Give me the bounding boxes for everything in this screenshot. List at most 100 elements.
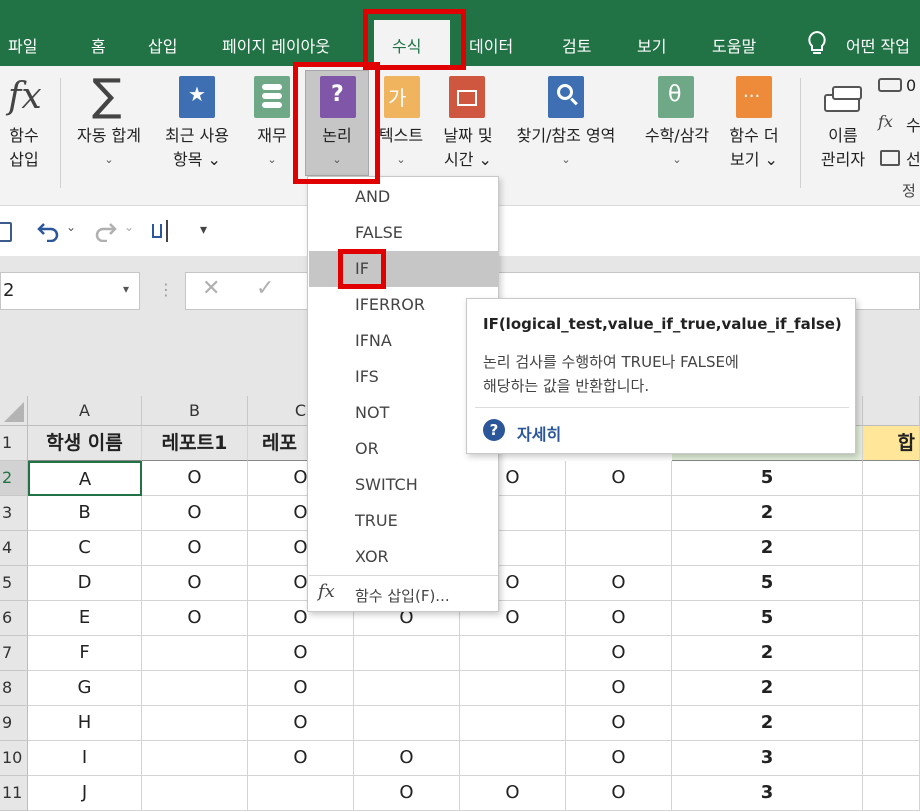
header-cell[interactable]: 학생 이름 — [28, 426, 142, 461]
create-from-selection-label[interactable]: 선 — [906, 146, 920, 170]
grid-cell[interactable]: O — [142, 601, 248, 636]
header-cell[interactable]: 합 — [863, 426, 920, 461]
select-all-corner[interactable] — [0, 396, 28, 426]
row-header[interactable]: 4 — [0, 531, 28, 566]
grid-cell[interactable] — [354, 671, 460, 706]
save-icon[interactable] — [0, 222, 12, 242]
grid-cell[interactable]: I — [28, 741, 142, 776]
grid-cell[interactable] — [142, 636, 248, 671]
grid-cell[interactable] — [863, 496, 920, 531]
row-header[interactable]: 7 — [0, 636, 28, 671]
name-manager-button[interactable]: 이름 관리자 — [812, 124, 874, 172]
customize-qat-icon[interactable]: ▾ — [200, 222, 207, 238]
grid-cell[interactable] — [566, 531, 672, 566]
grid-cell[interactable]: 2 — [672, 636, 863, 671]
sort-icon[interactable] — [152, 220, 174, 244]
define-name-label[interactable]: 0 — [906, 76, 916, 95]
grid-cell[interactable]: 2 — [672, 706, 863, 741]
grid-cell[interactable]: O — [460, 776, 566, 811]
grid-cell[interactable] — [863, 566, 920, 601]
lookup-button[interactable]: 찾기/참조 영역 ⌄ — [504, 124, 628, 172]
use-in-formula-label[interactable]: 수 — [906, 112, 920, 136]
grid-cell[interactable]: A — [28, 461, 142, 496]
column-header-h[interactable] — [863, 396, 920, 426]
tab-data[interactable]: 데이터 — [469, 33, 513, 57]
grid-cell[interactable] — [354, 706, 460, 741]
grid-cell[interactable] — [142, 776, 248, 811]
grid-cell[interactable]: O — [142, 496, 248, 531]
grid-cell[interactable] — [863, 776, 920, 811]
grid-cell[interactable] — [142, 706, 248, 741]
tab-help[interactable]: 도움말 — [712, 33, 756, 57]
grid-cell[interactable]: O — [566, 601, 672, 636]
financial-button[interactable]: 재무 ⌄ — [252, 124, 292, 172]
grid-cell[interactable]: H — [28, 706, 142, 741]
more-functions-button[interactable]: 함수 더 보기 ⌄ — [720, 124, 788, 172]
tab-insert[interactable]: 삽입 — [148, 33, 177, 57]
name-box[interactable]: 2 ▾ — [0, 272, 140, 310]
autosum-button[interactable]: 자동 합계 ⌄ — [70, 124, 148, 172]
grid-cell[interactable] — [460, 636, 566, 671]
recent-used-button[interactable]: 최근 사용 항목 ⌄ — [154, 124, 240, 172]
grid-cell[interactable]: O — [566, 636, 672, 671]
grid-cell[interactable]: O — [248, 636, 354, 671]
tell-me-search[interactable]: 어떤 작업 — [846, 33, 910, 57]
grid-cell[interactable] — [863, 531, 920, 566]
enter-icon[interactable]: ✓ — [256, 276, 274, 301]
column-header-a[interactable]: A — [28, 396, 142, 426]
grid-cell[interactable] — [566, 496, 672, 531]
define-name-icon[interactable] — [878, 78, 902, 92]
tab-review[interactable]: 검토 — [562, 33, 591, 57]
fx-icon[interactable]: fx — [8, 76, 42, 117]
redo-dropdown-icon[interactable]: ⌄ — [124, 220, 134, 234]
grid-cell[interactable]: 3 — [672, 741, 863, 776]
row-header[interactable]: 11 — [0, 776, 28, 811]
datetime-button[interactable]: 날짜 및 시간 ⌄ — [436, 124, 500, 172]
tell-me-more-link[interactable]: 자세히 — [517, 421, 561, 445]
grid-cell[interactable]: O — [354, 776, 460, 811]
row-header[interactable]: 9 — [0, 706, 28, 741]
row-header[interactable]: 2 — [0, 461, 28, 496]
menu-item-and[interactable]: AND — [309, 179, 498, 215]
grid-cell[interactable]: O — [354, 741, 460, 776]
tab-page-layout[interactable]: 페이지 레이아웃 — [222, 33, 330, 57]
grid-cell[interactable] — [142, 741, 248, 776]
menu-item-switch[interactable]: SWITCH — [309, 467, 498, 503]
insert-function-menu-item[interactable]: 함수 삽입(F)... — [355, 585, 450, 606]
undo-icon[interactable] — [36, 220, 62, 242]
row-header[interactable]: 6 — [0, 601, 28, 636]
grid-cell[interactable]: E — [28, 601, 142, 636]
grid-cell[interactable]: O — [248, 741, 354, 776]
grid-cell[interactable]: O — [566, 671, 672, 706]
grid-cell[interactable]: 5 — [672, 566, 863, 601]
grid-cell[interactable] — [863, 671, 920, 706]
row-header[interactable]: 8 — [0, 671, 28, 706]
grid-cell[interactable] — [142, 671, 248, 706]
name-box-dropdown-icon[interactable]: ▾ — [123, 282, 129, 296]
grid-cell[interactable]: 3 — [672, 776, 863, 811]
row-header[interactable]: 3 — [0, 496, 28, 531]
menu-item-true[interactable]: TRUE — [309, 503, 498, 539]
grid-cell[interactable] — [863, 636, 920, 671]
header-cell[interactable]: 레포트1 — [142, 426, 248, 461]
tab-formulas[interactable]: 수식 — [374, 20, 450, 66]
tab-file[interactable]: 파일 — [8, 33, 37, 57]
grid-cell[interactable]: C — [28, 531, 142, 566]
grid-cell[interactable]: 5 — [672, 601, 863, 636]
grid-cell[interactable]: O — [566, 741, 672, 776]
grid-cell[interactable]: O — [566, 461, 672, 496]
menu-item-xor[interactable]: XOR — [309, 539, 498, 575]
grid-cell[interactable] — [863, 601, 920, 636]
grid-cell[interactable]: O — [566, 706, 672, 741]
grid-cell[interactable]: 2 — [672, 531, 863, 566]
help-icon[interactable]: ? — [483, 419, 505, 441]
row-header[interactable]: 1 — [0, 426, 28, 461]
grid-cell[interactable] — [863, 741, 920, 776]
row-header[interactable]: 5 — [0, 566, 28, 601]
menu-item-if[interactable]: IF — [309, 251, 498, 287]
undo-dropdown-icon[interactable]: ⌄ — [66, 220, 76, 234]
lightbulb-icon[interactable] — [806, 30, 828, 56]
grid-cell[interactable]: O — [142, 461, 248, 496]
grid-cell[interactable]: O — [566, 776, 672, 811]
grid-cell[interactable]: 5 — [672, 461, 863, 496]
